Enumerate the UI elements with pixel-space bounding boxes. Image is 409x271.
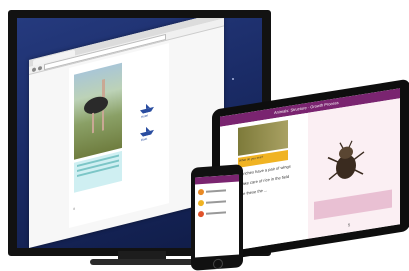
ostrich-legs — [92, 110, 104, 134]
phone-screen — [195, 174, 239, 258]
ostrich-neck — [102, 79, 105, 98]
tablet-right-page: 5 — [308, 98, 400, 239]
document-page: 4 Hotel Boat — [69, 43, 169, 229]
icon-label: Hotel — [141, 113, 149, 120]
phone-list-item[interactable] — [198, 198, 236, 207]
page-number: 5 — [348, 222, 351, 228]
phone-list-item[interactable] — [198, 187, 236, 196]
phone-device — [191, 164, 243, 271]
phone-list-item[interactable] — [198, 209, 236, 218]
phone-header — [195, 174, 239, 185]
dot-icon — [198, 210, 204, 218]
text-line — [206, 211, 226, 215]
dot-icon — [198, 199, 204, 207]
ostrich-photo — [74, 62, 122, 160]
text-line — [206, 200, 226, 204]
body-text: ...take care of rice in the field — [238, 173, 290, 187]
tablet-screen: Animals: Structure · Growth Process What… — [220, 88, 400, 253]
beetle-illustration — [327, 140, 365, 181]
home-button[interactable] — [213, 258, 223, 270]
text-line — [206, 189, 226, 193]
monitor-base — [90, 259, 200, 265]
note-box — [314, 189, 392, 220]
page-number: 4 — [73, 206, 75, 212]
star — [232, 78, 234, 80]
back-icon[interactable] — [32, 66, 36, 72]
forward-icon[interactable] — [38, 65, 42, 71]
dot-icon — [198, 188, 204, 196]
icon-label: Boat — [141, 136, 148, 143]
